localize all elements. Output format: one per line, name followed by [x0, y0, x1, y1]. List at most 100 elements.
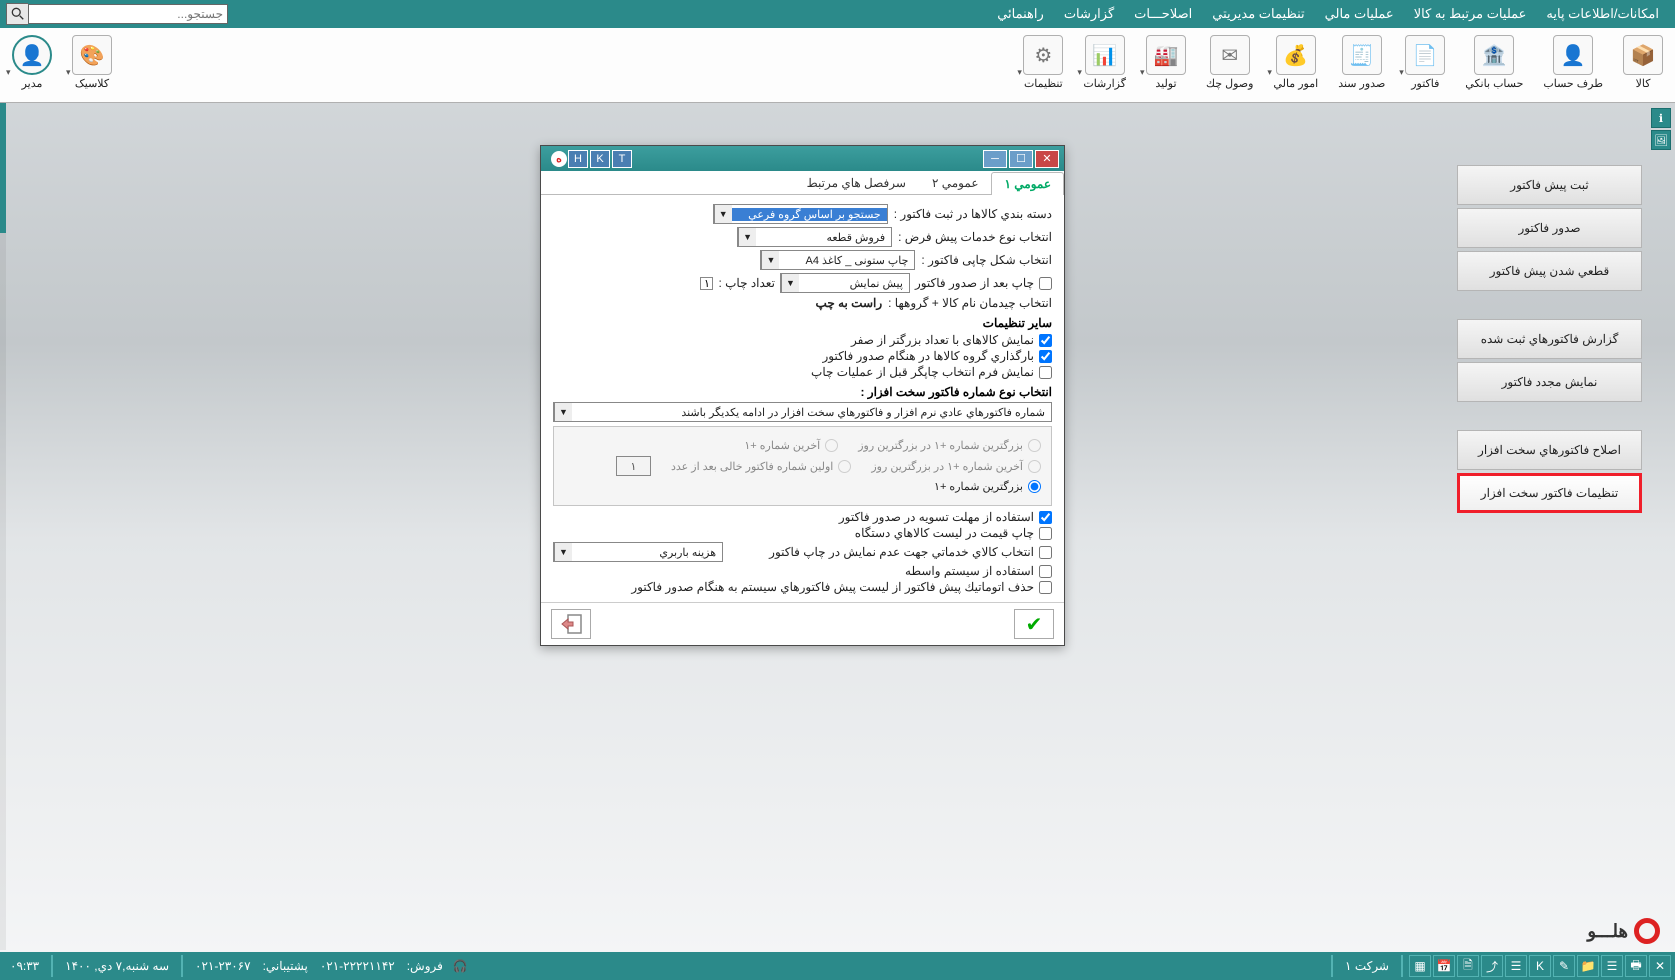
chk-label: چاپ قیمت در لیست کالاهاي دستگاه — [855, 526, 1034, 540]
scrollbar-thumb[interactable] — [0, 103, 6, 233]
ribbon-bank-account[interactable]: 🏦حساب بانکي — [1456, 31, 1532, 99]
ribbon-toolbar: 📦کالا 👤طرف حساب 🏦حساب بانکي 📄فاکتور 🧾صدو… — [0, 28, 1675, 103]
chevron-down-icon[interactable]: ▼ — [761, 251, 779, 269]
title-letter[interactable]: H — [568, 150, 588, 168]
ribbon-reports[interactable]: 📊گزارشات — [1074, 31, 1135, 99]
chevron-down-icon[interactable]: ▼ — [738, 228, 756, 246]
sb-printer-icon[interactable]: 🖶 — [1625, 955, 1647, 977]
menu-item[interactable]: امکانات/اطلاعات پایه — [1536, 6, 1669, 22]
chk-use-mediator[interactable] — [1039, 565, 1052, 578]
sales-label: فروش: — [401, 959, 449, 973]
maximize-button[interactable]: ☐ — [1009, 150, 1033, 168]
ribbon-account-party[interactable]: 👤طرف حساب — [1534, 31, 1612, 99]
sel-goods-grouping[interactable]: جستجو بر اساس گروه فرعي▼ — [713, 204, 888, 224]
ribbon-document[interactable]: 🧾صدور سند — [1329, 31, 1394, 99]
ribbon-production[interactable]: 🏭تولید — [1137, 31, 1195, 99]
sb-note-icon[interactable]: ✎ — [1553, 955, 1575, 977]
ribbon-settings[interactable]: ⚙تنظیمات — [1014, 31, 1072, 99]
chk-use-settlement[interactable] — [1039, 511, 1052, 524]
menu-item[interactable]: عملیات مرتبط به کالا — [1404, 6, 1537, 22]
vertical-scrollbar[interactable] — [0, 103, 6, 950]
title-letter[interactable]: T — [612, 150, 632, 168]
chk-show-positive-qty[interactable] — [1039, 334, 1052, 347]
btn-finalize-preinvoice[interactable]: قطعي شدن پیش فاکتور — [1457, 251, 1642, 291]
chevron-down-icon[interactable]: ▼ — [554, 403, 572, 421]
sb-grid-icon[interactable]: ▦ — [1409, 955, 1431, 977]
chk-auto-delete-preinvoice[interactable] — [1039, 581, 1052, 594]
cheque-icon: ✉ — [1210, 35, 1250, 75]
document-icon: 🧾 — [1342, 35, 1382, 75]
ribbon-label: وصول چك — [1206, 77, 1253, 90]
in-print-count[interactable] — [700, 277, 713, 290]
btn-fix-hardware-invoices[interactable]: اصلاح فاکتورهاي سخت افزار — [1457, 430, 1642, 470]
ribbon-label: گزارشات — [1083, 77, 1126, 90]
menu-item[interactable]: راهنمائي — [987, 6, 1054, 22]
ribbon-theme[interactable]: 🎨کلاسیک — [63, 31, 121, 99]
btn-issue-invoice[interactable]: صدور فاکتور — [1457, 208, 1642, 248]
sb-share-icon[interactable]: ⤴ — [1481, 955, 1503, 977]
chk-load-groups[interactable] — [1039, 350, 1052, 363]
sel-default-service[interactable]: فروش قطعه▼ — [737, 227, 892, 247]
chk-printer-select[interactable] — [1039, 366, 1052, 379]
btn-reshow-invoice[interactable]: نمایش مجدد فاکتور — [1457, 362, 1642, 402]
ribbon-label: طرف حساب — [1543, 77, 1603, 90]
sel-service-item[interactable]: هزینه باربري▼ — [553, 542, 723, 562]
sb-list-icon[interactable]: ☰ — [1505, 955, 1527, 977]
ribbon-goods[interactable]: 📦کالا — [1614, 31, 1672, 99]
menu-item[interactable]: عملیات مالي — [1315, 6, 1404, 22]
exit-button[interactable] — [551, 609, 591, 639]
sel-print-shape[interactable]: چاپ ستونی _ کاغذ A4▼ — [760, 250, 915, 270]
tab-general-1[interactable]: عمومي ۱ — [991, 172, 1064, 195]
chk-label: بارگذاري گروه کالاها در هنگام صدور فاکتو… — [822, 349, 1034, 363]
chevron-down-icon[interactable]: ▼ — [714, 205, 732, 223]
btn-register-preinvoice[interactable]: ثبت پیش فاکتور — [1457, 165, 1642, 205]
user-icon: 👤 — [12, 35, 52, 75]
sb-menu-icon[interactable]: ☰ — [1601, 955, 1623, 977]
search-button[interactable] — [6, 3, 28, 25]
btn-invoice-report[interactable]: گزارش فاکتورهاي ثبت شده — [1457, 319, 1642, 359]
ok-button[interactable]: ✔ — [1014, 609, 1054, 639]
brand-logo: هلـــو — [1530, 916, 1660, 946]
ribbon-cheque[interactable]: ✉ وصول چك — [1197, 31, 1262, 99]
menu-item[interactable]: تنظیمات مدیریتي — [1202, 6, 1314, 22]
sb-close-icon[interactable]: ✕ — [1649, 955, 1671, 977]
info-icon[interactable]: ℹ — [1651, 108, 1671, 128]
chk-print-price[interactable] — [1039, 527, 1052, 540]
chk-print-after-issue[interactable] — [1039, 277, 1052, 290]
tab-related-headings[interactable]: سرفصل هاي مرتبط — [794, 171, 919, 194]
chk-label: نمایش فرم انتخاب چاپگر قبل از عملیات چاپ — [811, 365, 1034, 379]
sel-value: شماره فاکتورهاي عادي نرم افزار و فاکتوره… — [572, 406, 1051, 419]
minimize-button[interactable]: ─ — [983, 150, 1007, 168]
ribbon-invoice[interactable]: 📄فاکتور — [1396, 31, 1454, 99]
tab-general-2[interactable]: عمومي ۲ — [919, 171, 992, 194]
chevron-down-icon[interactable]: ▼ — [781, 274, 799, 292]
rad-biggest-plus-1[interactable] — [1028, 480, 1041, 493]
status-icons: ▦ 📅 🗎 ⤴ ☰ K ✎ 📁 ☰ 🖶 ✕ — [1409, 955, 1671, 977]
menu-item[interactable]: اصلاحـــات — [1124, 6, 1202, 22]
sb-doc-icon[interactable]: 🗎 — [1457, 955, 1479, 977]
image-icon[interactable]: 🖼 — [1651, 130, 1671, 150]
brand-text: هلـــو — [1587, 921, 1628, 942]
sel-print-mode[interactable]: پیش نمایش▼ — [780, 273, 910, 293]
app-logo-icon: ه — [551, 151, 567, 167]
sales-number: ۰۲۱-۲۲۲۲۱۱۴۲ — [314, 959, 401, 973]
lbl-print-shape: انتخاب شکل چاپی فاکتور : — [921, 253, 1052, 267]
chk-select-service-item[interactable] — [1039, 546, 1052, 559]
sel-invoice-number-mode[interactable]: شماره فاکتورهاي عادي نرم افزار و فاکتوره… — [553, 402, 1052, 422]
dialog-titlebar[interactable]: ه H K T ─ ☐ ✕ — [541, 146, 1064, 171]
side-panel: ثبت پیش فاکتور صدور فاکتور قطعي شدن پیش … — [1457, 165, 1642, 533]
ribbon-user[interactable]: 👤مدیر — [3, 31, 61, 99]
sb-folder-icon[interactable]: 📁 — [1577, 955, 1599, 977]
chevron-down-icon[interactable]: ▼ — [554, 543, 572, 561]
close-button[interactable]: ✕ — [1035, 150, 1059, 168]
search-input[interactable] — [28, 4, 228, 24]
sb-k-icon[interactable]: K — [1529, 955, 1551, 977]
menu-item[interactable]: گزارشات — [1054, 6, 1124, 22]
radio-label: آخرین شماره +۱ در بزرگترین روز — [871, 460, 1023, 473]
title-letter[interactable]: K — [590, 150, 610, 168]
btn-hardware-invoice-settings[interactable]: تنظیمات فاکتور سخت افزار — [1457, 473, 1642, 513]
support-number: ۰۲۱-۲۳۰۶۷ — [189, 959, 257, 973]
sb-calendar-icon[interactable]: 📅 — [1433, 955, 1455, 977]
settings-dialog: ه H K T ─ ☐ ✕ عمومي ۱ عمومي ۲ سرفصل هاي … — [540, 145, 1065, 646]
ribbon-finance[interactable]: 💰امور مالي — [1264, 31, 1327, 99]
